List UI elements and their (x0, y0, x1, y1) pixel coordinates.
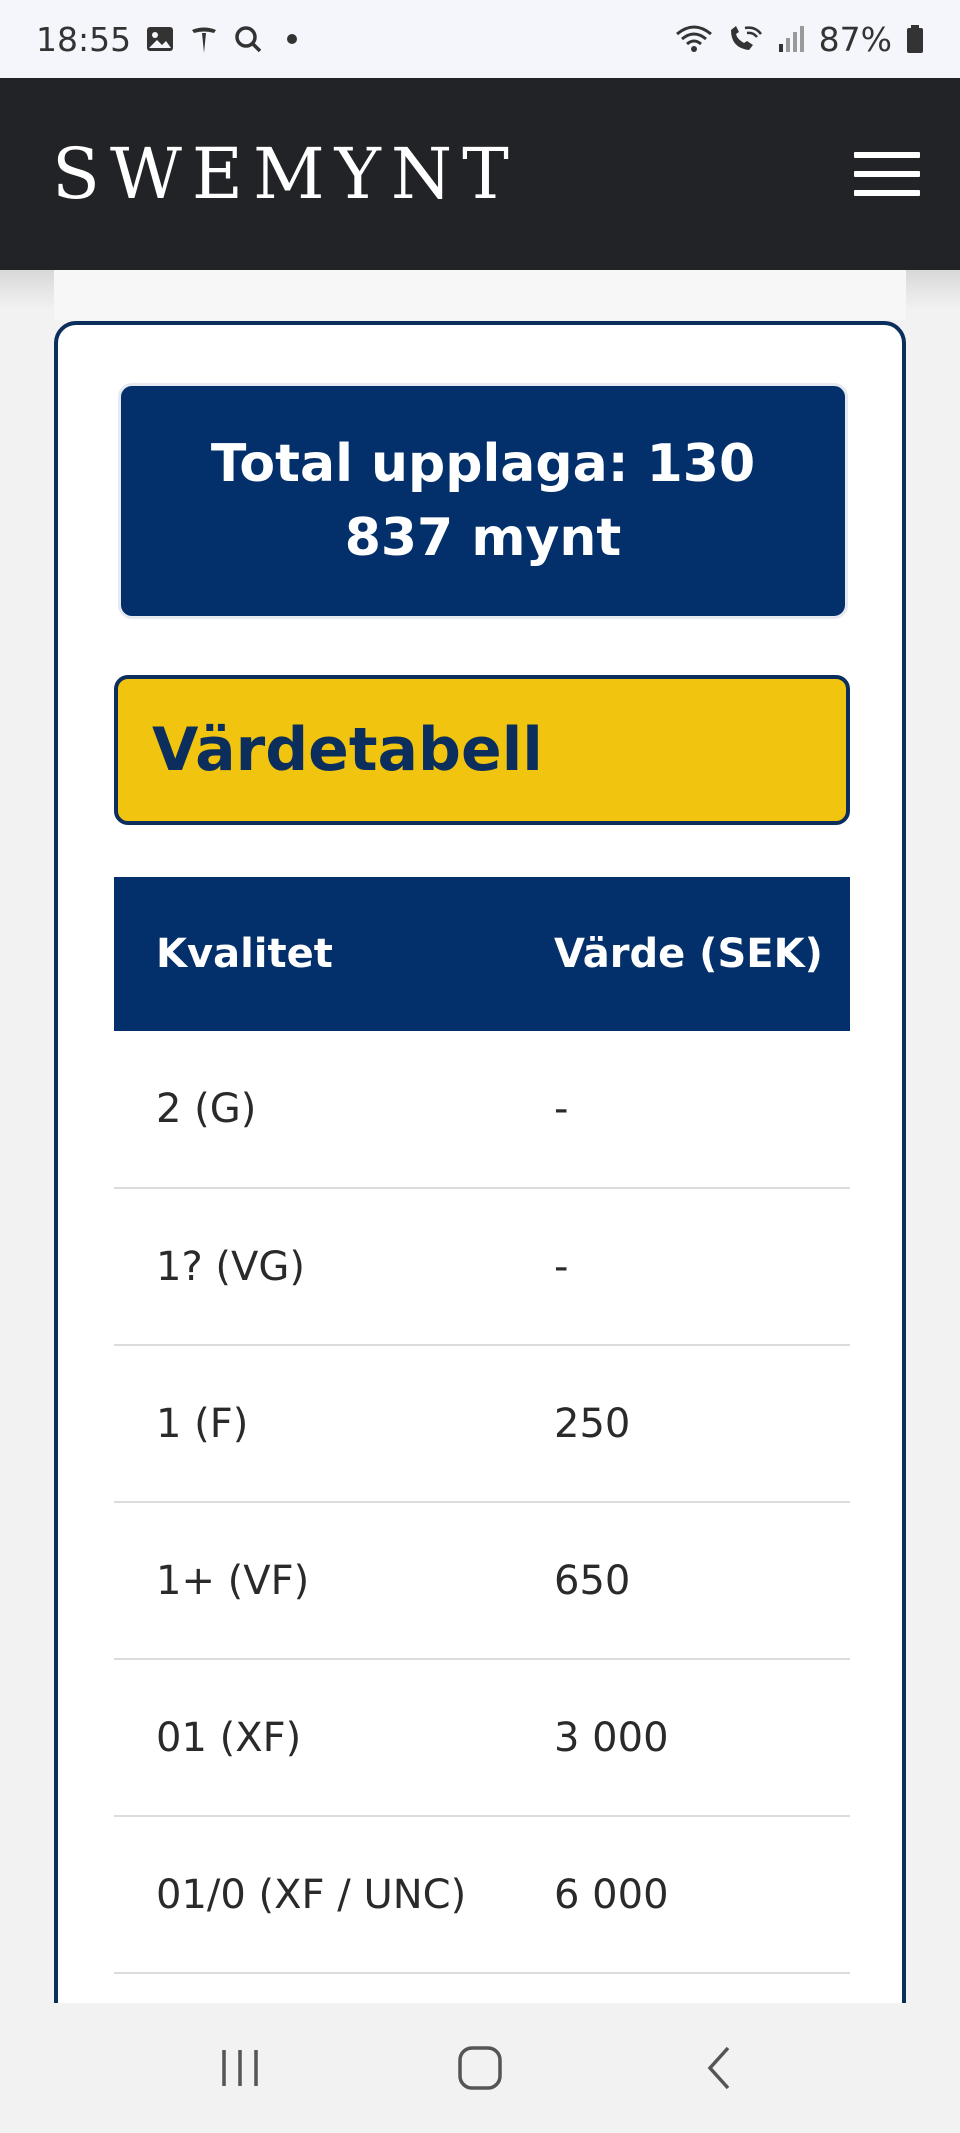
search-icon (233, 24, 263, 54)
value-table-heading: Värdetabell (114, 675, 850, 825)
tesla-icon (189, 24, 219, 54)
hamburger-line (854, 152, 920, 158)
total-mintage-box: Total upplaga: 130 837 mynt (118, 383, 848, 619)
status-right: 87% (675, 20, 924, 59)
table-row: 1? (VG) - (114, 1188, 850, 1346)
table-row: 2 (G) - (114, 1031, 850, 1189)
table-row: 1+ (VF) 650 (114, 1502, 850, 1660)
recent-apps-icon[interactable] (200, 2028, 280, 2108)
battery-icon (906, 24, 924, 54)
table-row: 1 (F) 250 (114, 1345, 850, 1503)
gallery-icon (145, 24, 175, 54)
battery-percent: 87% (818, 19, 892, 59)
dot-icon (277, 24, 307, 54)
quality-cell: 2 (G) (114, 1031, 554, 1189)
site-logo[interactable]: SWEMYNT (52, 133, 519, 215)
previous-section-edge (54, 270, 906, 320)
table-header-row: Kvalitet Värde (SEK) (114, 877, 850, 1031)
value-cell: 6 000 (554, 1816, 850, 1974)
quality-cell: 1+ (VF) (114, 1502, 554, 1660)
signal-icon (777, 24, 805, 54)
home-icon[interactable] (440, 2028, 520, 2108)
quality-cell: 1 (F) (114, 1345, 554, 1503)
header-value: Värde (SEK) (554, 931, 823, 977)
status-bar: 18:55 87% (0, 0, 960, 78)
wifi-icon (675, 24, 713, 54)
value-table: Kvalitet Värde (SEK) 2 (G) - 1? (VG) - 1… (114, 877, 850, 1974)
value-cell: - (554, 1188, 850, 1346)
table-row: 01 (XF) 3 000 (114, 1659, 850, 1817)
system-nav-bar (0, 2003, 960, 2133)
value-cell: 650 (554, 1502, 850, 1660)
wifi-call-icon (727, 24, 763, 54)
quality-cell: 1? (VG) (114, 1188, 554, 1346)
hamburger-line (854, 171, 920, 177)
value-cell: - (554, 1031, 850, 1189)
header-quality: Kvalitet (156, 931, 333, 977)
hamburger-line (854, 190, 920, 196)
hamburger-menu-icon[interactable] (854, 152, 920, 196)
quality-cell: 01 (XF) (114, 1659, 554, 1817)
quality-cell: 01/0 (XF / UNC) (114, 1816, 554, 1974)
back-icon[interactable] (680, 2028, 760, 2108)
status-time: 18:55 (36, 19, 132, 59)
site-header: SWEMYNT (0, 78, 960, 270)
coin-info-card: Total upplaga: 130 837 mynt Värdetabell … (54, 321, 906, 2121)
status-left: 18:55 (36, 20, 307, 59)
table-row: 01/0 (XF / UNC) 6 000 (114, 1816, 850, 1974)
value-cell: 250 (554, 1345, 850, 1503)
value-cell: 3 000 (554, 1659, 850, 1817)
